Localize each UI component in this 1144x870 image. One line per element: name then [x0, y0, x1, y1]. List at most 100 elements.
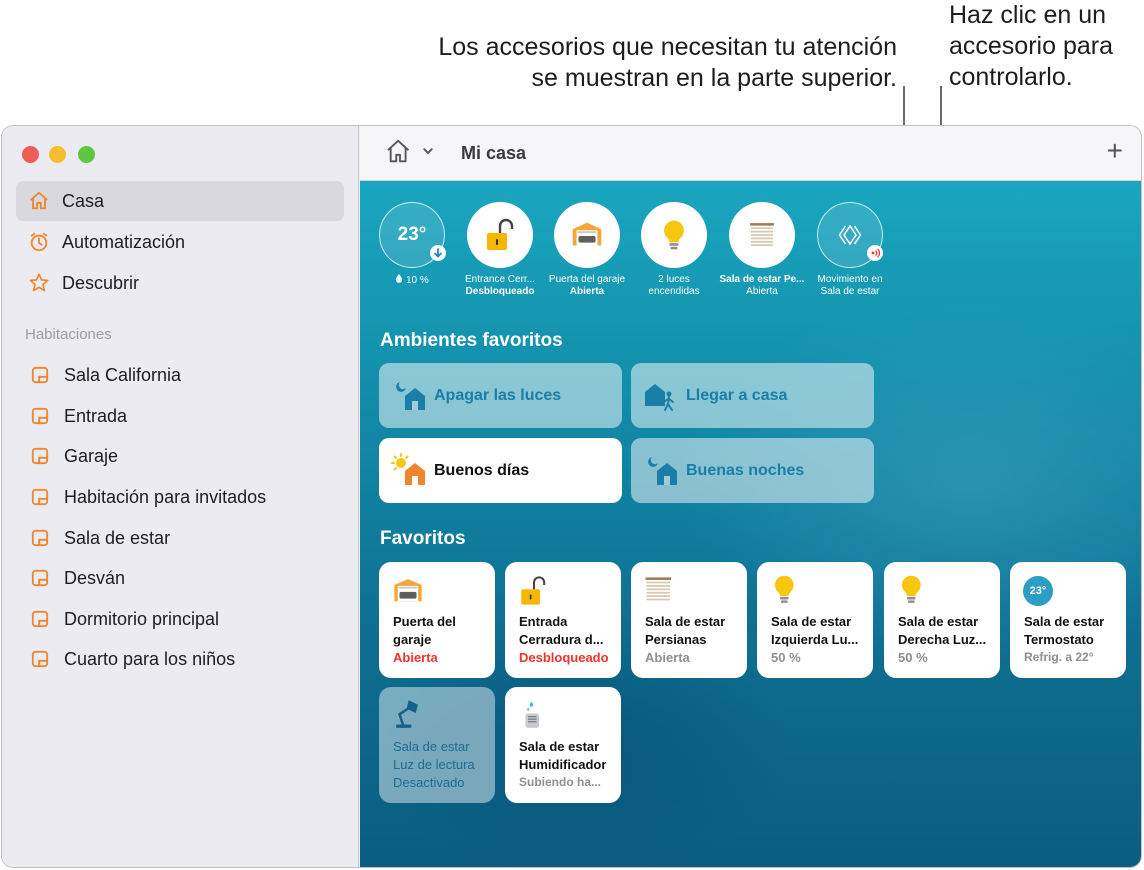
- garage-icon: [572, 222, 602, 246]
- thermostat-icon: 23°: [1023, 576, 1053, 606]
- sidebar: Casa Automatización Descubrir Habitacion…: [2, 126, 359, 867]
- main-area: Mi casa + 23° 10 % Entrance Cerr... Desb…: [360, 126, 1141, 867]
- blinds-icon: [645, 577, 672, 601]
- sidebar-item-room[interactable]: Sala de estar: [16, 520, 344, 556]
- tile-title: Sala de estar: [1024, 614, 1105, 629]
- garage-caption: Puerta del garaje Abierta: [537, 274, 637, 298]
- accessory-tile[interactable]: 23° Sala de estar Termostato Refrig. a 2…: [1010, 562, 1126, 678]
- tile-subtitle: Humidificador: [519, 757, 607, 772]
- bulb-icon: [774, 575, 794, 603]
- accessory-tile[interactable]: Sala de estar Izquierda Lu... 50 %: [757, 562, 873, 678]
- tile-subtitle: Izquierda Lu...: [771, 632, 859, 647]
- blinds-icon: [750, 223, 774, 247]
- lock-open-icon: [521, 576, 546, 605]
- callout-attention-accessories: Los accesorios que necesitan tu atención…: [300, 32, 897, 94]
- tile-subtitle: Luz de lectura: [393, 757, 475, 772]
- tile-title: Sala de estar: [898, 614, 979, 629]
- sidebar-item-room[interactable]: Habitación para invitados: [16, 479, 344, 515]
- callout-click-accessory: Haz clic en un accesorio para controlarl…: [949, 0, 1144, 93]
- toolbar: Mi casa +: [360, 126, 1141, 181]
- scene-night-icon: [396, 382, 425, 410]
- sidebar-item-label: Automatización: [62, 231, 186, 252]
- tile-status: 50 %: [898, 650, 928, 665]
- accessory-tile[interactable]: Sala de estar Humidificador Subiendo ha.…: [505, 687, 621, 803]
- sidebar-item-descubrir[interactable]: Descubrir: [16, 263, 344, 303]
- callout-line: se muestran en la parte superior.: [531, 64, 897, 92]
- blinds-status-button[interactable]: [729, 202, 795, 268]
- room-label: Sala California: [64, 364, 182, 385]
- callout-line: controlarlo.: [949, 63, 1073, 91]
- tile-subtitle: garaje: [393, 632, 432, 647]
- scene-sun-icon: [391, 453, 425, 485]
- home-menu-button[interactable]: [386, 138, 442, 166]
- room-icon: [31, 569, 49, 587]
- tile-title: Sala de estar: [645, 614, 726, 629]
- room-label: Entrada: [64, 405, 128, 426]
- accessory-tile[interactable]: Sala de estar Derecha Luz... 50 %: [884, 562, 1000, 678]
- accessory-tile[interactable]: Sala de estar Persianas Abierta: [631, 562, 747, 678]
- accessory-state: encendidas: [648, 286, 700, 297]
- room-label: Cuarto para los niños: [64, 648, 236, 669]
- scene-tile[interactable]: Llegar a casa: [631, 363, 874, 428]
- home-title: Mi casa: [461, 143, 527, 163]
- sidebar-item-room[interactable]: Desván: [16, 560, 344, 596]
- sidebar-item-automatizacion[interactable]: Automatización: [16, 222, 344, 262]
- accessory-tile[interactable]: Puerta del garaje Abierta: [379, 562, 495, 678]
- sidebar-item-room[interactable]: Dormitorio principal: [16, 601, 344, 637]
- thermostat-badge: 23°: [1029, 585, 1047, 597]
- rooms-section-label: Habitaciones: [25, 326, 112, 343]
- motion-sensor-caption: Movimiento en Sala de estar: [800, 274, 900, 298]
- motion-sensor-status-button[interactable]: [817, 202, 883, 268]
- minimize-window-button[interactable]: [49, 146, 66, 163]
- tile-title: Entrada: [519, 614, 568, 629]
- blinds-caption: Sala de estar Pe... Abierta: [712, 274, 812, 298]
- callout-line: Haz clic en un: [949, 1, 1107, 29]
- motion-sensor-icon: [838, 224, 862, 246]
- accessory-tile[interactable]: Sala de estar Luz de lectura Desactivado: [379, 687, 495, 803]
- accessory-tile[interactable]: Entrada Cerradura d... Desbloqueado: [505, 562, 621, 678]
- scene-night-icon: [648, 457, 677, 485]
- add-button[interactable]: +: [1107, 137, 1123, 165]
- tile-status: Desactivado: [393, 775, 465, 790]
- scene-tile[interactable]: Buenas noches: [631, 438, 874, 503]
- garage-status-button[interactable]: [554, 202, 620, 268]
- sidebar-item-room[interactable]: Entrada: [16, 398, 344, 434]
- scene-label: Buenos días: [434, 461, 530, 479]
- close-window-button[interactable]: [22, 146, 39, 163]
- entrance-lock-status-button[interactable]: [467, 202, 533, 268]
- accessory-state: Abierta: [746, 286, 778, 297]
- zoom-window-button[interactable]: [78, 146, 95, 163]
- lock-open-icon: [487, 218, 514, 250]
- scene-arrive-icon: [645, 384, 674, 411]
- tile-subtitle: Derecha Luz...: [898, 632, 987, 647]
- bulb-icon: [664, 220, 684, 250]
- scene-tile[interactable]: Buenos días: [379, 438, 622, 503]
- tile-title: Sala de estar: [393, 739, 470, 754]
- scene-tile[interactable]: Apagar las luces: [379, 363, 622, 428]
- room-icon: [31, 529, 49, 547]
- home-content: 23° 10 % Entrance Cerr... Desbloqueado P…: [360, 181, 1141, 867]
- callout-line: Los accesorios que necesitan tu atención: [438, 33, 897, 61]
- sidebar-item-room[interactable]: Cuarto para los niños: [16, 641, 344, 677]
- thermostat-status-button[interactable]: 23°: [379, 202, 446, 268]
- room-icon: [31, 447, 49, 465]
- desk-lamp-icon: [396, 700, 418, 728]
- humidity-caption: 10 %: [362, 273, 462, 287]
- tile-title: Sala de estar: [519, 739, 600, 754]
- room-label: Garaje: [64, 445, 119, 466]
- sidebar-item-room[interactable]: Sala California: [16, 357, 344, 393]
- lights-status-button[interactable]: [641, 202, 707, 268]
- sidebar-item-room[interactable]: Garaje: [16, 438, 344, 474]
- star-icon: [29, 273, 49, 292]
- tile-status: Abierta: [645, 650, 690, 665]
- room-icon: [31, 488, 49, 506]
- accessory-name: Sala de estar Pe...: [719, 274, 805, 285]
- room-label: Dormitorio principal: [64, 608, 220, 629]
- arrow-down-icon: [430, 245, 446, 261]
- accessory-state: Abierta: [569, 286, 605, 297]
- sidebar-item-casa[interactable]: Casa: [16, 181, 344, 221]
- humidity-value: 10 %: [405, 275, 429, 286]
- callout-line: accesorio para: [949, 32, 1113, 60]
- room-icon: [31, 610, 49, 628]
- alert-signal-icon: [867, 245, 883, 261]
